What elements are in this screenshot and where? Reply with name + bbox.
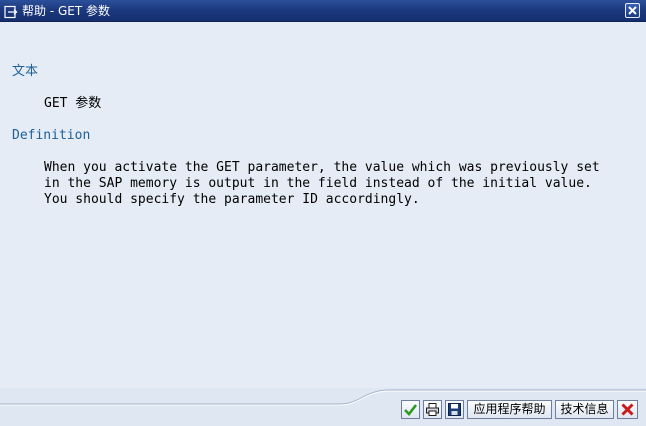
window-title: 帮助 - GET 参数 [22,4,110,18]
technical-info-button[interactable]: 技术信息 [555,400,614,419]
section-heading-definition: Definition [12,128,91,143]
close-icon [628,6,637,15]
close-button[interactable] [625,3,640,18]
definition-line-3: You should specify the parameter ID acco… [44,192,420,207]
confirm-button[interactable] [401,400,420,419]
cancel-icon [621,403,634,416]
save-button[interactable] [445,400,464,419]
cancel-button[interactable] [617,400,638,419]
definition-line-2: in the SAP memory is output in the field… [44,176,592,191]
application-help-button[interactable]: 应用程序帮助 [467,400,552,419]
print-icon [426,403,439,416]
save-icon [448,403,461,416]
print-button[interactable] [423,400,442,419]
title-bar: 帮助 - GET 参数 [0,0,646,22]
definition-line-1: When you activate the GET parameter, the… [44,160,600,175]
checkmark-icon [404,404,418,416]
short-text-line: GET 参数 [44,96,102,111]
help-window-icon [4,4,18,19]
help-content: 文本 GET 参数 Definition When you activate t… [0,22,646,388]
section-heading-text: 文本 [12,64,39,79]
